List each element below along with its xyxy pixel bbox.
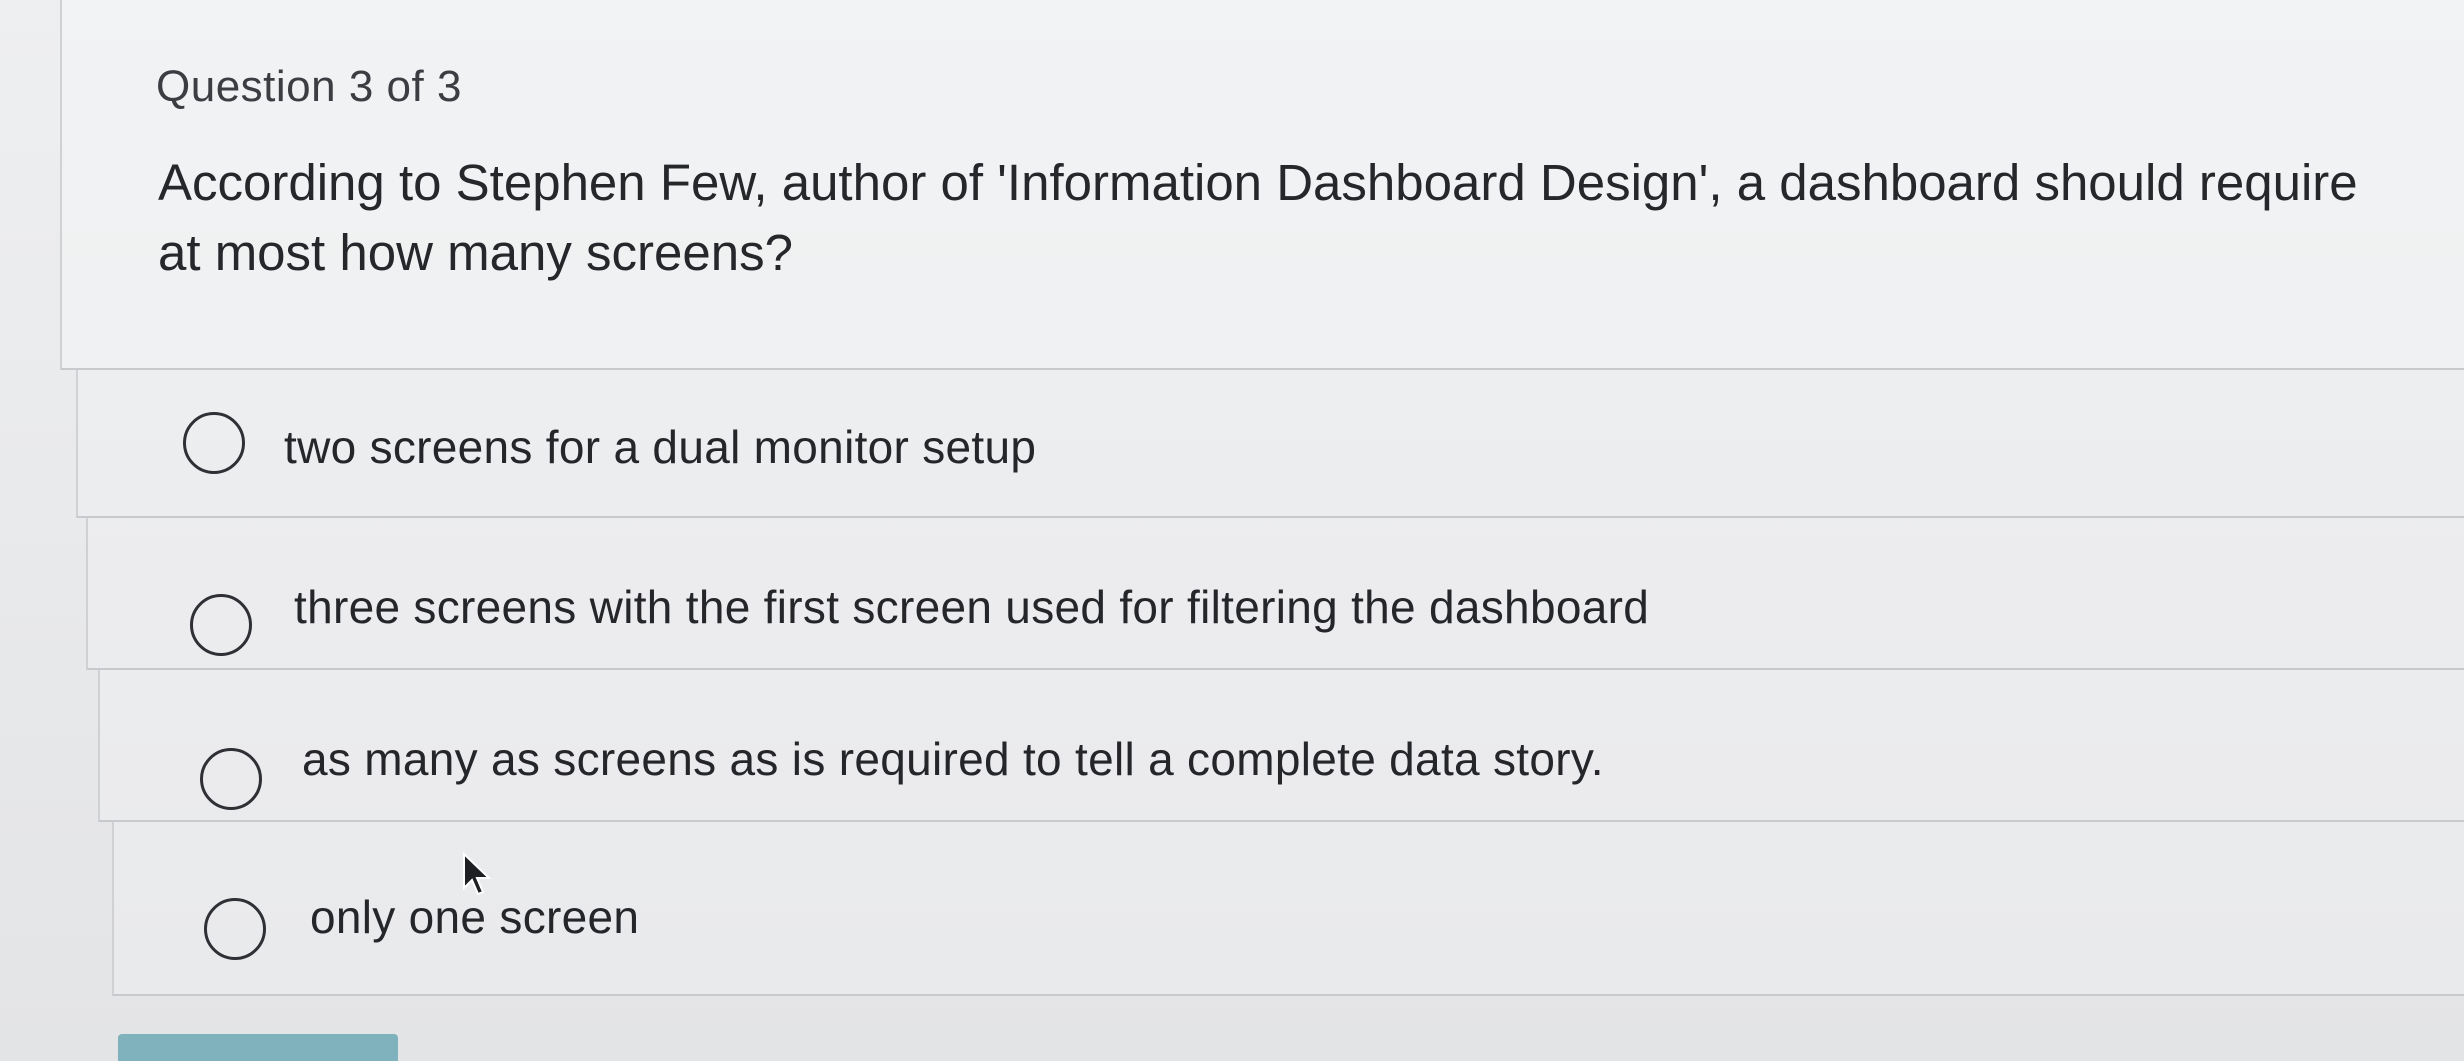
quiz-page: Question 3 of 3 According to Stephen Few… — [0, 0, 2464, 1061]
answer-option-1[interactable]: two screens for a dual monitor setup — [76, 370, 2464, 518]
option-label-3: as many as screens as is required to tel… — [302, 733, 1604, 785]
radio-button-1[interactable] — [183, 412, 245, 474]
question-text: According to Stephen Few, author of 'Inf… — [158, 154, 2358, 281]
submit-button[interactable] — [118, 1034, 398, 1061]
option-label-2: three screens with the first screen used… — [294, 581, 1650, 633]
option-label-1: two screens for a dual monitor setup — [284, 421, 1037, 473]
mouse-pointer-icon — [463, 852, 492, 896]
radio-button-2[interactable] — [190, 594, 252, 656]
answer-option-3[interactable]: as many as screens as is required to tel… — [98, 670, 2464, 822]
answer-option-2[interactable]: three screens with the first screen used… — [86, 518, 2464, 670]
answer-option-4[interactable]: only one screen — [112, 822, 2464, 996]
radio-button-4[interactable] — [204, 898, 266, 960]
radio-button-3[interactable] — [200, 748, 262, 810]
question-counter: Question 3 of 3 — [156, 62, 462, 111]
option-label-4: only one screen — [310, 891, 640, 943]
